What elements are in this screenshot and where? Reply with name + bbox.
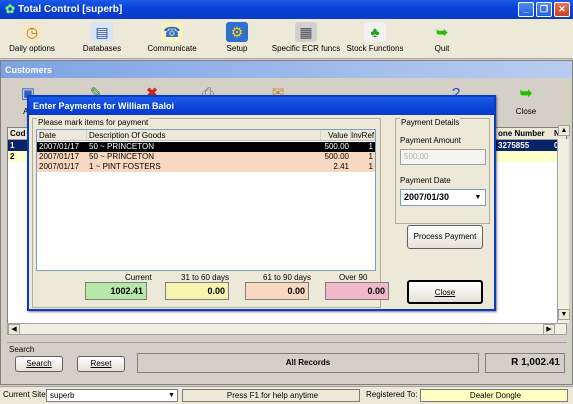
chevron-down-icon[interactable]: ▼ <box>471 190 485 205</box>
grid-vertical-scrollbar[interactable]: ▲ ▼ <box>557 125 570 323</box>
ecr-icon: ▦ <box>295 22 317 42</box>
daily-options-button[interactable]: ◷ Daily options <box>2 19 62 59</box>
customers-title: Customers <box>1 61 572 78</box>
title-bar: ✿ Total Control [superb] _ ❐ ✕ <box>0 0 573 19</box>
payment-details-label: Payment Details <box>400 118 461 127</box>
61-90-label: 61 to 90 days <box>263 273 312 282</box>
communicate-button[interactable]: ☎ Communicate <box>142 19 202 59</box>
help-text: Press F1 for help anytime <box>182 389 360 402</box>
app-icon: ✿ <box>4 2 16 16</box>
61-90-amount: 0.00 <box>245 282 309 300</box>
search-panel: Search Search Reset All Records R 1,002.… <box>7 342 567 382</box>
site-label: Current Site: <box>3 390 48 399</box>
maximize-button[interactable]: ❐ <box>536 2 552 17</box>
status-bar: Current Site: superb ▼ Press F1 for help… <box>0 386 573 404</box>
setup-icon: ⚙ <box>226 22 248 42</box>
payment-details-group: Payment Details Payment Amount 500.00 Pa… <box>395 118 490 224</box>
site-select[interactable]: superb ▼ <box>46 389 178 402</box>
registered-value: Dealer Dongle <box>420 389 568 402</box>
clock-calendar-icon: ◷ <box>21 22 43 42</box>
minimize-button[interactable]: _ <box>518 2 534 17</box>
payment-date-picker[interactable]: 2007/01/30 ▼ <box>400 189 486 206</box>
col-date-header[interactable]: Date <box>37 130 87 141</box>
app-title: Total Control [superb] <box>18 4 123 15</box>
col-phone-header[interactable]: one Number <box>496 128 552 140</box>
31-60-amount: 0.00 <box>165 282 229 300</box>
scroll-down-icon[interactable]: ▼ <box>558 309 570 320</box>
quit-arrow-icon: ➥ <box>436 24 448 40</box>
main-toolbar: ◷ Daily options ▤ Databases ☎ Communicat… <box>0 19 573 59</box>
scroll-left-icon[interactable]: ◀ <box>8 324 20 335</box>
search-button[interactable]: Search <box>15 356 63 372</box>
list-item[interactable]: 2007/01/17 50 ~ PRINCETON 500.00 1 <box>37 142 375 152</box>
scroll-right-icon[interactable]: ▶ <box>543 324 555 335</box>
list-item[interactable]: 2007/01/17 50 ~ PRINCETON 500.00 1 <box>37 152 375 162</box>
col-description-header[interactable]: Description Of Goods <box>87 130 321 141</box>
scroll-up-icon[interactable]: ▲ <box>558 125 570 136</box>
col-invref-header[interactable]: InvRef <box>351 130 375 141</box>
close-window-button[interactable]: ✕ <box>554 2 570 17</box>
current-amount: 1002.41 <box>85 282 147 300</box>
items-group-label: Please mark items for payment <box>37 118 150 127</box>
over-90-amount: 0.00 <box>325 282 389 300</box>
stock-icon: ♣ <box>364 22 386 42</box>
databases-button[interactable]: ▤ Databases <box>72 19 132 59</box>
grid-horizontal-scrollbar[interactable]: ◀ ▶ <box>7 323 567 335</box>
col-value-header[interactable]: Value <box>321 130 351 141</box>
communicate-icon: ☎ <box>161 22 183 42</box>
stock-functions-button[interactable]: ♣ Stock Functions <box>344 19 406 59</box>
payment-date-label: Payment Date <box>400 176 451 185</box>
current-label: Current <box>125 273 152 282</box>
payment-amount-field[interactable]: 500.00 <box>400 149 486 165</box>
dialog-close-button[interactable]: Close <box>407 280 483 304</box>
process-payment-button[interactable]: Process Payment <box>407 225 483 249</box>
total-balance: R 1,002.41 <box>485 353 565 373</box>
setup-button[interactable]: ⚙ Setup <box>215 19 259 59</box>
chevron-down-icon[interactable]: ▼ <box>168 390 175 401</box>
close-arrow-icon: ➥ <box>519 85 533 102</box>
records-label: All Records <box>137 353 479 373</box>
items-list[interactable]: Date Description Of Goods Value InvRef 2… <box>36 129 376 271</box>
database-icon: ▤ <box>91 22 113 42</box>
specific-ecr-funcs-button[interactable]: ▦ Specific ECR funcs <box>270 19 342 59</box>
payment-amount-label: Payment Amount <box>400 136 461 145</box>
list-item[interactable]: 2007/01/17 1 ~ PINT FOSTERS 2.41 1 <box>37 162 375 172</box>
dialog-title: Enter Payments for William Baloi <box>29 97 494 115</box>
31-60-label: 31 to 60 days <box>181 273 230 282</box>
registered-label: Registered To: <box>366 390 418 399</box>
search-label: Search <box>9 345 35 354</box>
customers-close-button[interactable]: ➥ Close <box>509 78 543 122</box>
quit-button[interactable]: ➥ Quit <box>425 19 459 59</box>
reset-button[interactable]: Reset <box>77 356 125 372</box>
enter-payments-dialog: Enter Payments for William Baloi Please … <box>27 95 496 311</box>
items-group: Please mark items for payment Date Descr… <box>32 118 389 308</box>
